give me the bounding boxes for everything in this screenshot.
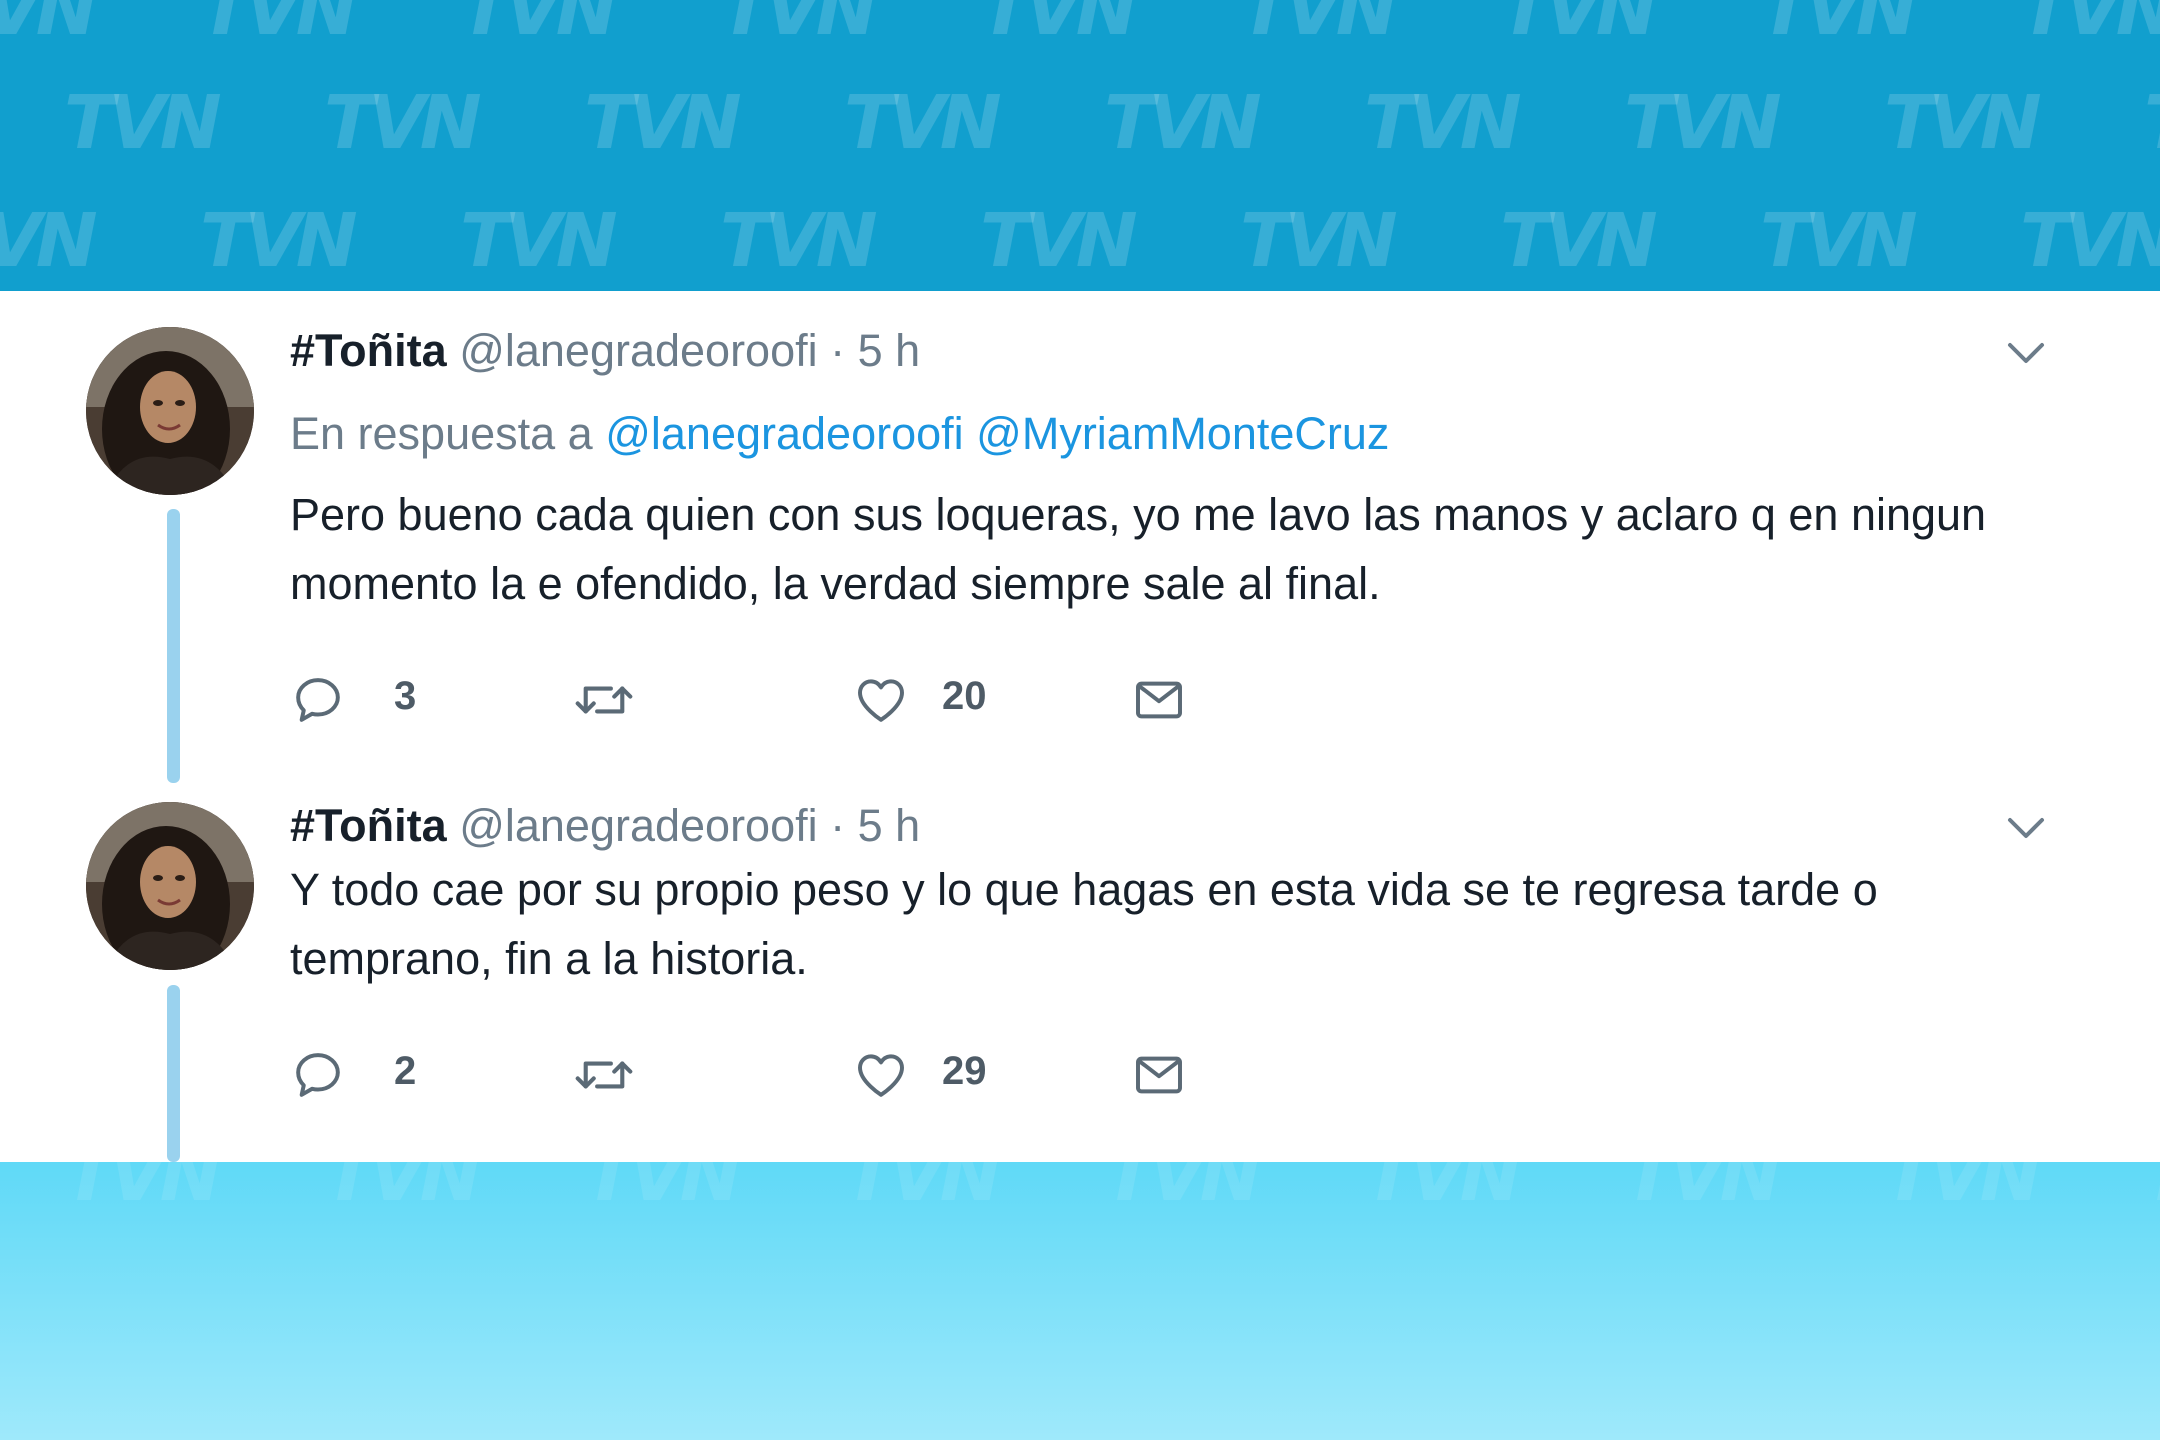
user-handle[interactable]: @lanegradeoroofi: [459, 800, 817, 851]
tvn-watermark-logo: TVN: [844, 1162, 1002, 1218]
reply-prefix: En respuesta a: [290, 408, 593, 459]
tvn-watermark-logo: TVN: [584, 80, 742, 166]
tvn-watermark-logo: TVN: [1884, 80, 2042, 166]
watermark-row: TVNTVNTVNTVNTVNTVNTVNTVNTVNTVN: [0, 198, 2160, 284]
tweet-timestamp[interactable]: · 5 h: [830, 325, 920, 376]
tvn-watermark-logo: TVN: [2144, 80, 2160, 166]
like-count: 20: [942, 674, 987, 718]
watermark-row: TVNTVNTVNTVNTVNTVNTVNTVNTVNTVN: [64, 80, 2160, 166]
direct-message-button[interactable]: [1130, 1041, 1200, 1105]
tvn-watermark-logo: TVN: [2144, 1162, 2160, 1218]
tvn-watermark-logo: TVN: [1760, 198, 1918, 284]
tweet-timestamp[interactable]: · 5 h: [830, 800, 920, 851]
mention-link[interactable]: @MyriamMonteCruz: [976, 408, 1389, 459]
tvn-watermark-logo: TVN: [2020, 0, 2160, 52]
retweet-icon: [575, 1061, 633, 1089]
chevron-down-icon[interactable]: [2000, 802, 2052, 854]
retweet-button[interactable]: [572, 666, 652, 730]
tvn-watermark-logo: TVN: [844, 80, 1002, 166]
watermark-row: TVNTVNTVNTVNTVNTVNTVNTVNTVNTVN: [64, 1162, 2160, 1218]
tvn-watermark-logo: TVN: [0, 0, 98, 52]
tvn-watermark-logo: TVN: [980, 0, 1138, 52]
display-name[interactable]: #Toñita: [290, 325, 447, 376]
retweet-icon: [575, 686, 633, 714]
tvn-watermark-logo: TVN: [1364, 80, 1522, 166]
envelope-icon: [1136, 1056, 1182, 1094]
like-button[interactable]: 20: [852, 666, 1012, 730]
reply-count: 2: [394, 1049, 417, 1093]
tvn-watermark-logo: TVN: [64, 1162, 222, 1218]
tvn-watermark-logo: TVN: [460, 0, 618, 52]
tvn-watermark-logo: TVN: [1760, 0, 1918, 52]
tvn-watermark-logo: TVN: [324, 1162, 482, 1218]
tvn-watermark-logo: TVN: [720, 198, 878, 284]
tvn-watermark-logo: TVN: [1104, 1162, 1262, 1218]
tvn-watermark-logo: TVN: [200, 198, 358, 284]
reply-icon: [296, 678, 340, 722]
tvn-watermark-logo: TVN: [460, 198, 618, 284]
tweet-text: Pero bueno cada quien con sus loqueras, …: [290, 489, 1987, 609]
tvn-watermark-logo: TVN: [1104, 80, 1262, 166]
tvn-watermark-logo: TVN: [1240, 0, 1398, 52]
tvn-watermark-logo: TVN: [720, 0, 878, 52]
tvn-watermark-logo: TVN: [0, 198, 98, 284]
tvn-watermark-logo: TVN: [64, 80, 222, 166]
tvn-watermark-logo: TVN: [1500, 0, 1658, 52]
reply-button[interactable]: 3: [290, 666, 430, 730]
reply-icon: [296, 1053, 340, 1097]
tweet-header: #Toñita @lanegradeoroofi · 5 h: [290, 325, 920, 377]
direct-message-button[interactable]: [1130, 666, 1200, 730]
tvn-watermark-logo: TVN: [200, 0, 358, 52]
tvn-watermark-logo: TVN: [584, 1162, 742, 1218]
like-count: 29: [942, 1049, 987, 1093]
tweet-text: Y todo cae por su propio peso y lo que h…: [290, 864, 1878, 984]
user-handle[interactable]: @lanegradeoroofi: [459, 325, 817, 376]
tvn-watermark-logo: TVN: [1364, 1162, 1522, 1218]
tvn-watermark-logo: TVN: [1240, 198, 1398, 284]
reply-button[interactable]: 2: [290, 1041, 430, 1105]
display-name[interactable]: #Toñita: [290, 800, 447, 851]
thread-connector: [167, 509, 180, 783]
reply-count: 3: [394, 674, 417, 718]
thread-connector: [167, 985, 180, 1162]
avatar[interactable]: [86, 327, 254, 495]
watermark-row: TVNTVNTVNTVNTVNTVNTVNTVNTVNTVN: [0, 0, 2160, 52]
tvn-watermark-logo: TVN: [1624, 80, 1782, 166]
tweet-thread-card: #Toñita @lanegradeoroofi · 5 h En respue…: [0, 291, 2160, 1162]
mention-link[interactable]: @lanegradeoroofi: [605, 408, 963, 459]
heart-icon: [858, 1054, 904, 1097]
bottom-banner: TVNTVNTVNTVNTVNTVNTVNTVNTVNTVN: [0, 1162, 2160, 1440]
tvn-watermark-logo: TVN: [2020, 198, 2160, 284]
tvn-watermark-logo: TVN: [1884, 1162, 2042, 1218]
avatar[interactable]: [86, 802, 254, 970]
tweet-header: #Toñita @lanegradeoroofi · 5 h: [290, 800, 920, 852]
top-banner: TVN TVN TVN TVN TVN TVN TVN TVN TVN TVN TVN TVN TVN…: [0, 0, 2160, 291]
tvn-watermark-logo: TVN: [1624, 1162, 1782, 1218]
like-button[interactable]: 29: [852, 1041, 1012, 1105]
retweet-button[interactable]: [572, 1041, 652, 1105]
envelope-icon: [1136, 681, 1182, 719]
tvn-watermark-logo: TVN: [980, 198, 1138, 284]
tvn-watermark-logo: TVN: [324, 80, 482, 166]
tvn-watermark-logo: TVN: [1500, 198, 1658, 284]
chevron-down-icon[interactable]: [2000, 327, 2052, 379]
reply-context: En respuesta a @lanegradeoroofi @MyriamM…: [290, 408, 1389, 460]
heart-icon: [858, 679, 904, 722]
